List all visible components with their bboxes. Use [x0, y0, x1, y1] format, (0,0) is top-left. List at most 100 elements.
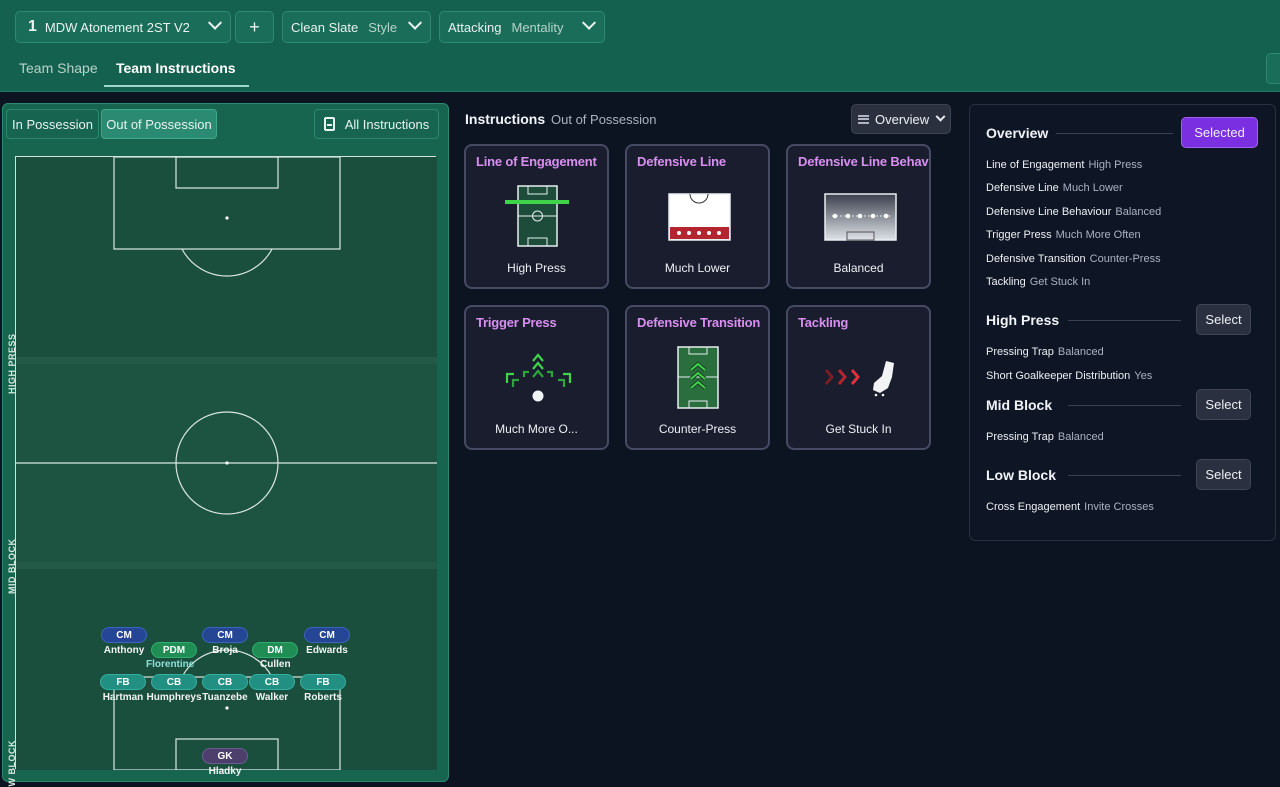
card-title: Tackling — [798, 315, 849, 330]
header-side-button[interactable] — [1266, 53, 1280, 84]
overview-row: Pressing Trap Balanced — [986, 431, 1104, 443]
mid-block-title: Mid Block — [986, 397, 1053, 413]
defensive-line-behaviour-icon — [824, 193, 897, 241]
high-press-select-button[interactable]: Select — [1196, 304, 1251, 335]
card-value: Much More O... — [495, 422, 578, 436]
instruction-card-defensive-transition[interactable]: Defensive Transition Counter-Press — [625, 305, 770, 450]
overview-row: Defensive Line Behaviour Balanced — [986, 206, 1161, 218]
active-tab-indicator — [104, 85, 249, 87]
player-token[interactable]: GK Hladky — [195, 746, 255, 777]
defensive-line-icon — [668, 193, 731, 241]
overview-row: Trigger Press Much More Often — [986, 229, 1141, 241]
player-role: PDM — [151, 642, 197, 658]
divider — [1068, 320, 1181, 321]
tactic-name: MDW Atonement 2ST V2 — [44, 19, 190, 35]
player-role: DM — [252, 642, 298, 658]
player-role: GK — [202, 748, 248, 764]
row-value: Yes — [1134, 370, 1153, 382]
row-label: Trigger Press — [986, 229, 1052, 241]
tactic-select[interactable]: 1 MDW Atonement 2ST V2 — [15, 11, 231, 43]
mentality-select[interactable]: Attacking Mentality — [439, 11, 605, 43]
style-select[interactable]: Clean Slate Style — [282, 11, 431, 43]
player-role: CM — [202, 627, 248, 643]
card-title: Defensive Line Behaviour — [798, 154, 931, 169]
card-value: Counter-Press — [658, 422, 737, 436]
row-value: Balanced — [1057, 346, 1104, 358]
card-value: Much Lower — [664, 261, 731, 275]
divider — [1068, 405, 1181, 406]
overview-row: Short Goalkeeper Distribution Yes — [986, 370, 1152, 382]
instruction-card-line-of-engagement[interactable]: Line of Engagement High Press — [464, 144, 609, 289]
line-of-engagement-icon — [505, 185, 569, 247]
instruction-card-trigger-press[interactable]: Trigger Press Much More O... — [464, 305, 609, 450]
instructions-title: Instructions — [465, 111, 546, 127]
row-value: Counter-Press — [1089, 253, 1161, 265]
add-tactic-button[interactable]: + — [235, 11, 274, 43]
style-value: Clean Slate — [291, 19, 359, 35]
chevron-down-icon — [935, 111, 946, 122]
row-label: Defensive Line — [986, 182, 1059, 194]
player-name: Edwards — [306, 645, 348, 656]
low-block-select-button[interactable]: Select — [1196, 459, 1251, 490]
instruction-card-defensive-line-behaviour[interactable]: Defensive Line Behaviour Balanced — [786, 144, 931, 289]
card-title: Trigger Press — [476, 315, 557, 330]
low-block-title: Low Block — [986, 467, 1057, 483]
overview-selected-button[interactable]: Selected — [1181, 117, 1258, 148]
player-name: Hladky — [208, 766, 242, 777]
player-name: Roberts — [304, 692, 342, 703]
top-bar: 1 MDW Atonement 2ST V2 + Clean Slate Sty… — [0, 0, 1280, 92]
player-token[interactable]: FB Roberts — [293, 672, 353, 703]
row-value: Much Lower — [1062, 182, 1123, 194]
row-label: Line of Engagement — [986, 159, 1085, 171]
defensive-transition-icon — [677, 346, 719, 409]
row-value: Much More Often — [1055, 229, 1141, 241]
tactic-number: 1 — [28, 18, 37, 35]
player-token[interactable]: DM — [245, 640, 305, 658]
tackling-boot-icon — [824, 361, 894, 397]
zone-label-high-press: HIGH PRESS — [7, 333, 17, 394]
all-instructions-button[interactable]: All Instructions — [314, 109, 439, 139]
zone-label-low-block: LOW BLOCK — [7, 740, 17, 787]
overview-row: Cross Engagement Invite Crosses — [986, 501, 1154, 513]
instructions-subtitle: Out of Possession — [551, 112, 657, 127]
overview-row: Pressing Trap Balanced — [986, 346, 1104, 358]
chevron-down-icon — [581, 15, 597, 30]
row-value: High Press — [1088, 159, 1143, 171]
zone-label-mid-block: MID BLOCK — [7, 538, 17, 595]
mid-block-select-button[interactable]: Select — [1196, 389, 1251, 420]
player-role: CB — [249, 674, 295, 690]
divider — [1056, 133, 1173, 134]
card-value: High Press — [507, 261, 566, 275]
in-possession-toggle[interactable]: In Possession — [6, 109, 99, 139]
player-name-florentine: Florentine — [146, 659, 195, 670]
row-label: Defensive Transition — [986, 253, 1086, 265]
style-label: Style — [368, 19, 398, 35]
card-title: Defensive Line — [637, 154, 726, 169]
clipboard-icon — [323, 117, 335, 131]
row-label: Cross Engagement — [986, 501, 1081, 513]
player-role: FB — [100, 674, 146, 690]
high-press-title: High Press — [986, 312, 1060, 328]
row-value: Invite Crosses — [1084, 501, 1154, 513]
tab-team-instructions[interactable]: Team Instructions — [116, 60, 236, 76]
chevron-down-icon — [407, 15, 423, 30]
instruction-card-tackling[interactable]: Tackling Get Stuck In — [786, 305, 931, 450]
view-dropdown-label: Overview — [875, 111, 930, 127]
row-label: Pressing Trap — [986, 346, 1054, 358]
list-icon — [858, 114, 869, 124]
row-value: Get Stuck In — [1029, 276, 1091, 288]
player-token[interactable]: CM Edwards — [297, 625, 357, 656]
row-value: Balanced — [1115, 206, 1162, 218]
row-label: Short Goalkeeper Distribution — [986, 370, 1131, 382]
view-dropdown[interactable]: Overview — [851, 104, 951, 134]
divider — [1068, 475, 1181, 476]
mentality-value: Attacking — [448, 19, 502, 35]
overview-row: Defensive Line Much Lower — [986, 182, 1123, 194]
out-of-possession-toggle[interactable]: Out of Possession — [101, 109, 217, 139]
player-role: CM — [304, 627, 350, 643]
tab-team-shape[interactable]: Team Shape — [19, 60, 98, 76]
player-role: CM — [101, 627, 147, 643]
row-value: Balanced — [1057, 431, 1104, 443]
instruction-card-defensive-line[interactable]: Defensive Line Much Lower — [625, 144, 770, 289]
mentality-label: Mentality — [511, 19, 564, 35]
